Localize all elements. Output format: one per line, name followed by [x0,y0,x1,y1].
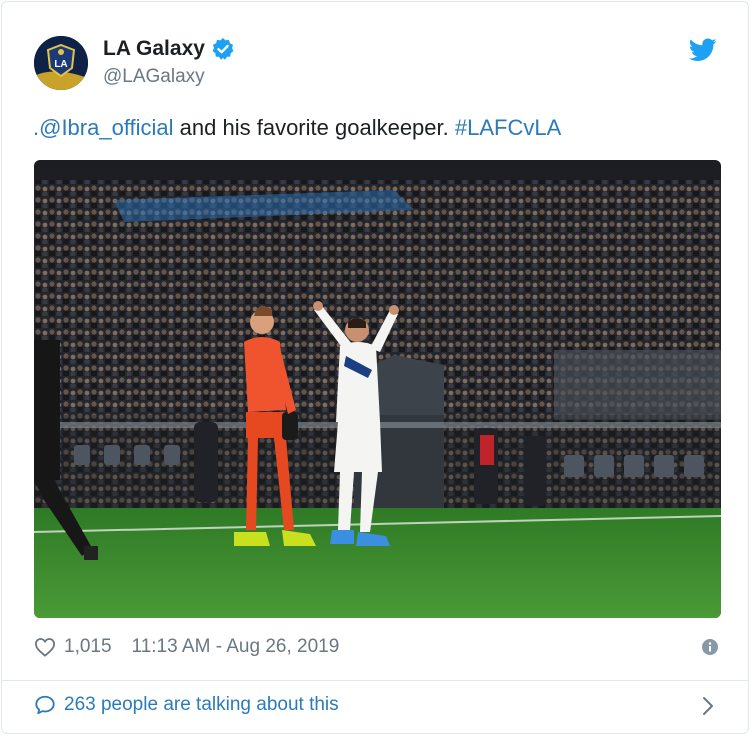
mention-link[interactable]: .@Ibra_official [33,115,174,140]
avatar[interactable]: LA [34,36,88,90]
hashtag-link[interactable]: #LAFCvLA [455,115,561,140]
author-handle[interactable]: @LAGalaxy [103,66,205,88]
conversation-link[interactable]: 263 people are talking about this [34,694,718,716]
tweet-card: LA LA Galaxy @LAGalaxy .@Ibra_official a… [1,1,749,734]
stadium-photo [34,160,721,618]
tweet-footer: 1,015 11:13 AM - Aug 26, 2019 [34,636,718,658]
like-count[interactable]: 1,015 [64,636,112,658]
chevron-right-icon[interactable] [702,696,714,716]
tweet-body-text: and his favorite goalkeeper. [173,115,455,140]
la-galaxy-logo: LA [34,36,88,90]
author-name-row[interactable]: LA Galaxy [103,37,235,61]
tweet-timestamp[interactable]: 11:13 AM - Aug 26, 2019 [132,636,340,658]
author-name[interactable]: LA Galaxy [103,37,205,61]
tweet-text: .@Ibra_official and his favorite goalkee… [33,115,561,141]
footer-divider [2,680,748,681]
speech-bubble-icon [35,695,55,715]
info-icon[interactable] [702,639,718,655]
conversation-label[interactable]: 263 people are talking about this [64,694,339,716]
twitter-bird-icon[interactable] [689,38,717,62]
heart-icon[interactable] [34,637,56,657]
verified-badge-icon [212,38,234,60]
avatar-logo-text: LA [54,59,67,70]
tweet-photo[interactable] [34,160,721,618]
